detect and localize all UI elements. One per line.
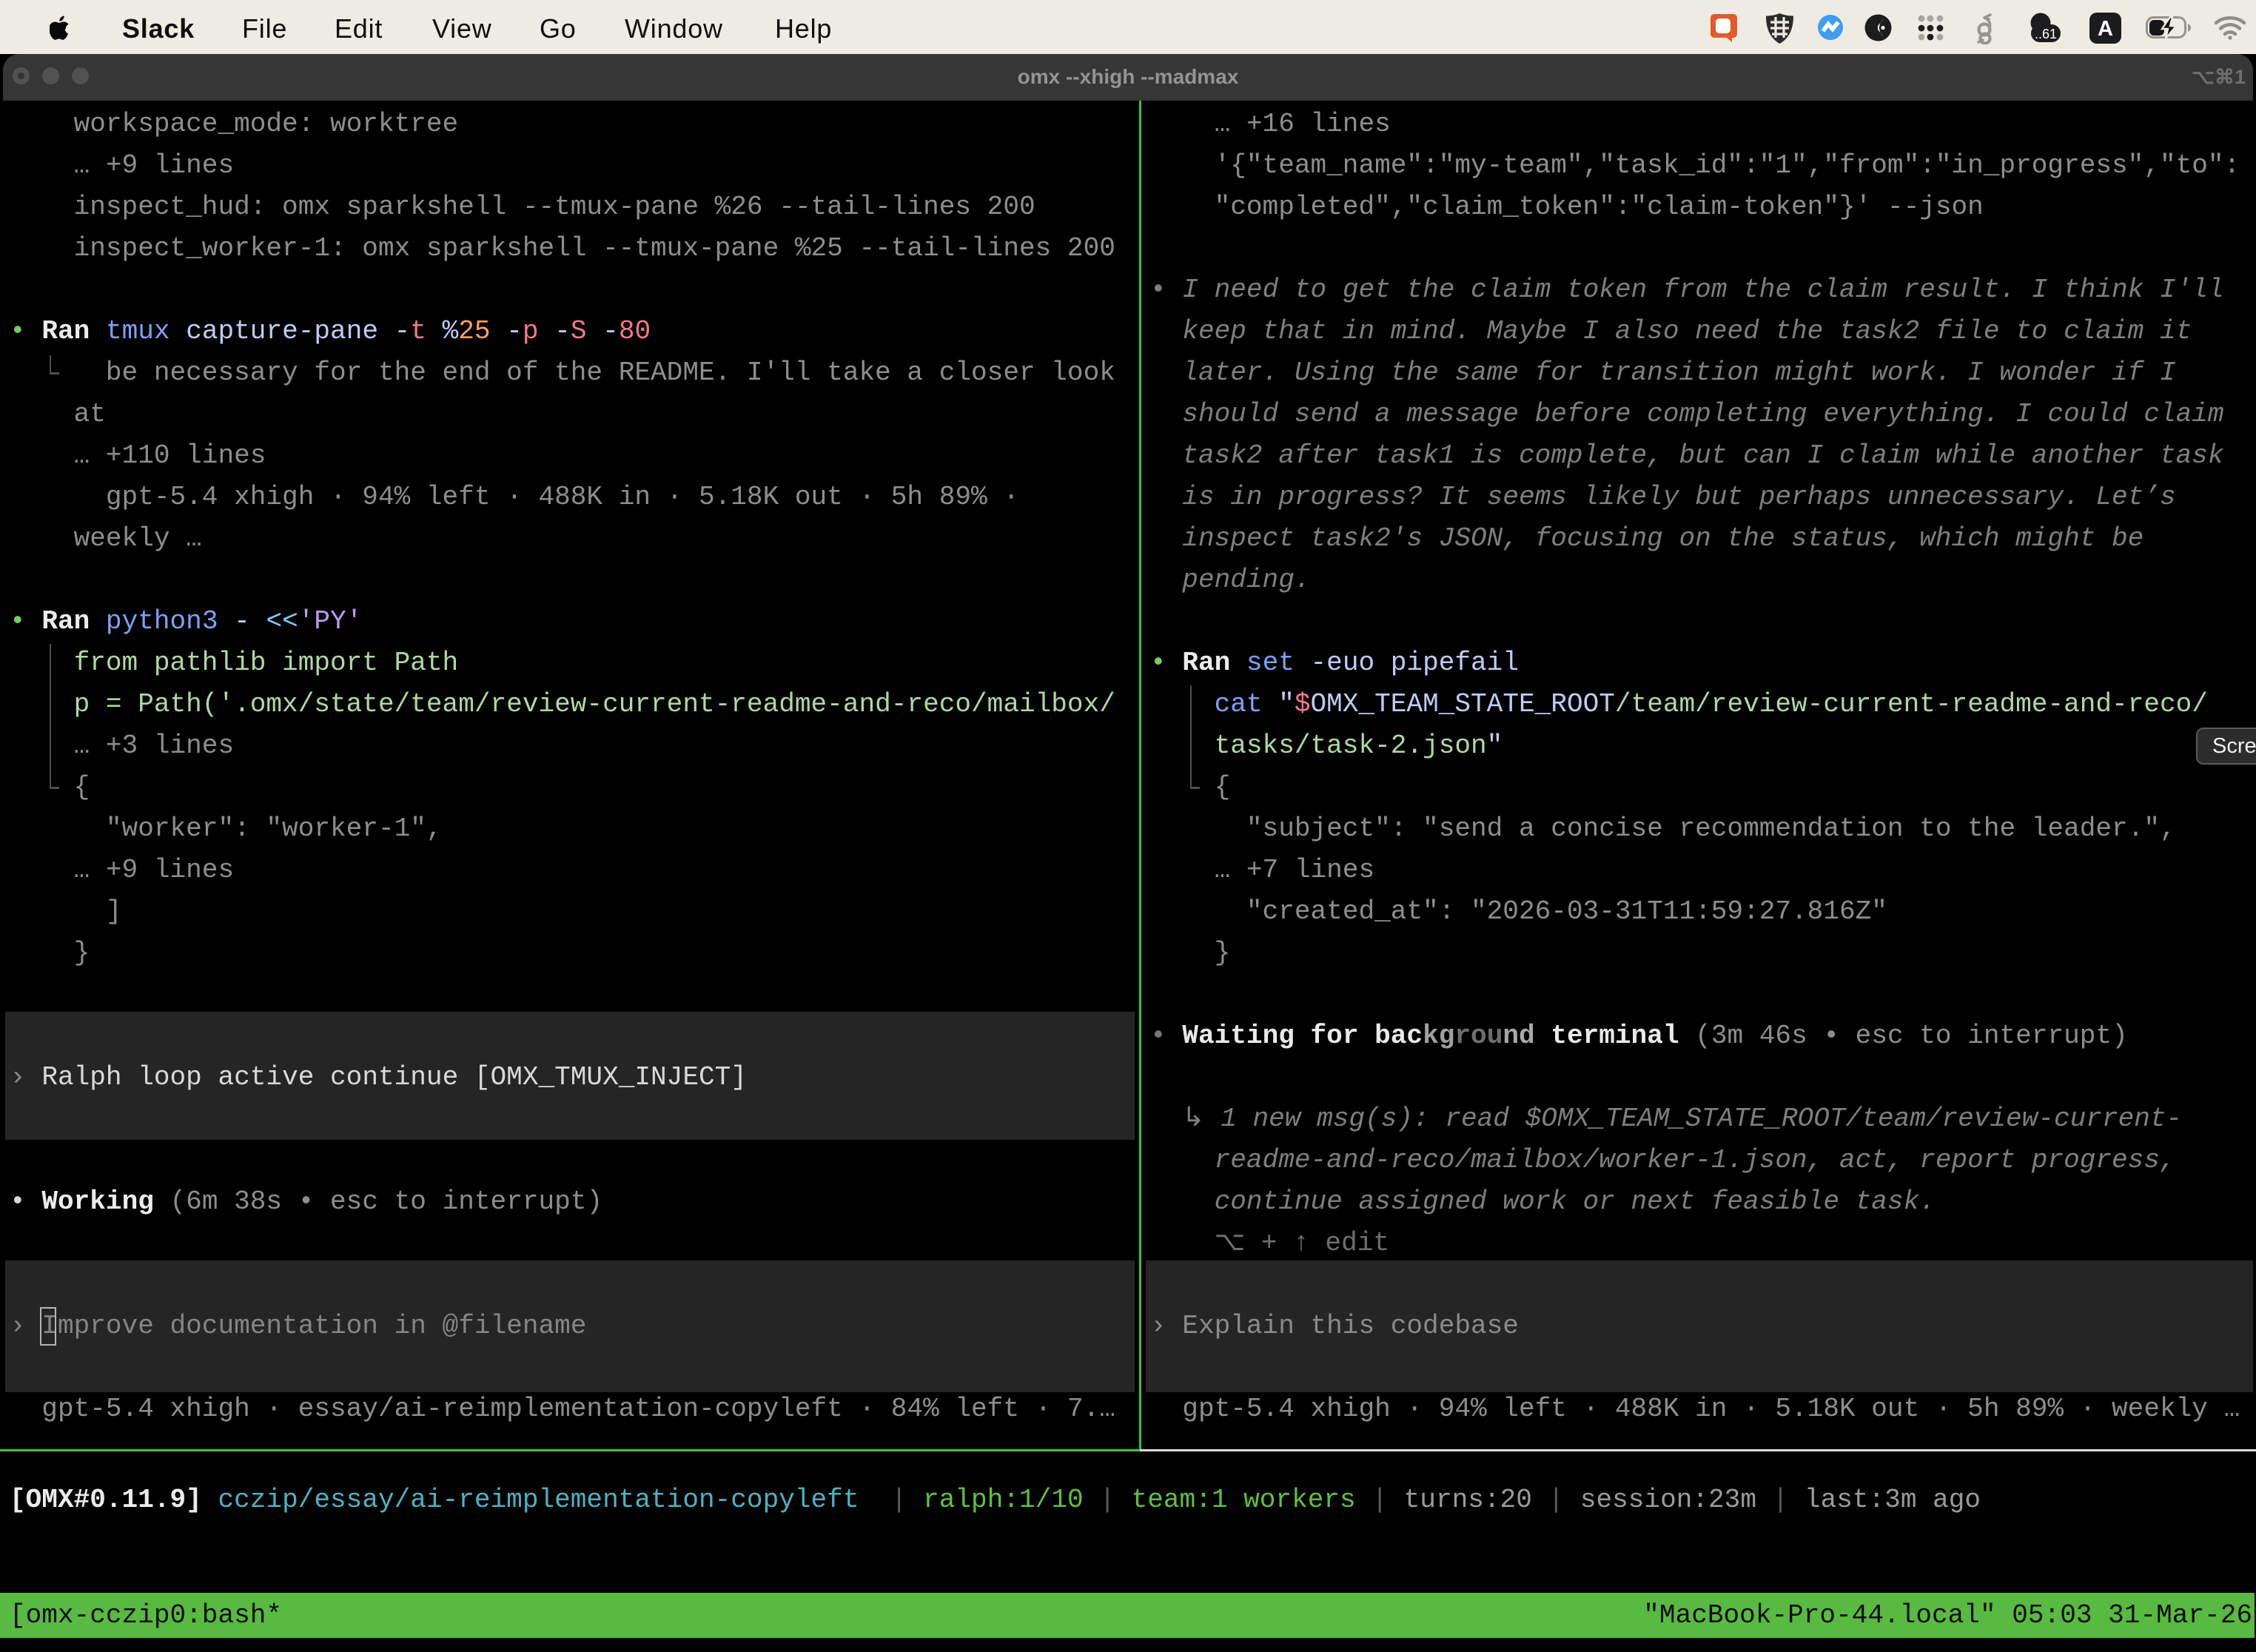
svg-text:..61: ..61 xyxy=(2035,27,2057,41)
